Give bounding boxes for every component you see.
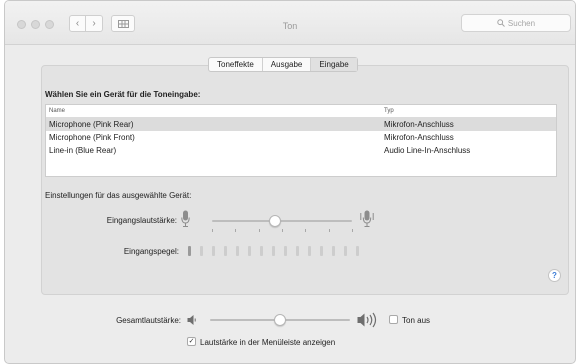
slider-tick [235, 229, 237, 232]
speaker-low-icon [187, 315, 196, 325]
input-level-segment [308, 246, 311, 256]
input-level-segment [212, 246, 215, 256]
device-name: Microphone (Pink Rear) [49, 120, 134, 129]
input-level-segment [284, 246, 287, 256]
slider-tick [328, 229, 330, 232]
device-type: Mikrofon-Anschluss [384, 133, 454, 142]
mute-label: Ton aus [402, 316, 431, 325]
input-level-segment [260, 246, 263, 256]
input-level-segment [320, 246, 323, 256]
tab-bar: Toneffekte Ausgabe Eingabe [208, 57, 358, 72]
device-type: Mikrofon-Anschluss [384, 120, 454, 129]
input-level-segment [356, 246, 359, 256]
input-level-segment [344, 246, 347, 256]
input-level-segment [248, 246, 251, 256]
table-row[interactable]: Microphone (Pink Front) Mikrofon-Anschlu… [46, 131, 556, 144]
input-level-segment [200, 246, 203, 256]
microphone-low-icon [181, 210, 190, 227]
slider-tick [282, 229, 283, 232]
table-row[interactable]: Microphone (Pink Rear) Mikrofon-Anschlus… [46, 118, 556, 131]
search-field[interactable]: Suchen [461, 14, 571, 32]
column-header-type[interactable]: Typ [381, 105, 556, 117]
slider-tick [258, 229, 260, 232]
tab-sound-effects[interactable]: Toneffekte [209, 58, 263, 71]
input-volume-label: Eingangslautstärke: [106, 216, 177, 225]
device-type: Audio Line-In-Anschluss [384, 146, 471, 155]
input-volume-thumb[interactable] [269, 215, 281, 227]
device-name: Microphone (Pink Front) [49, 133, 135, 142]
input-level-segment [296, 246, 299, 256]
output-volume-thumb[interactable] [274, 314, 286, 326]
titlebar: ‹ › Ton Suchen [5, 1, 575, 45]
input-level-segment [272, 246, 275, 256]
input-level-label: Eingangspegel: [123, 247, 179, 256]
output-volume-label: Gesamtlautstärke: [116, 316, 181, 325]
input-volume-slider[interactable] [212, 220, 352, 222]
tab-output[interactable]: Ausgabe [263, 58, 312, 71]
device-name: Line-in (Blue Rear) [49, 146, 117, 155]
column-header-name[interactable]: Name [46, 105, 381, 117]
settings-label: Einstellungen für das ausgewählte Gerät: [45, 191, 192, 200]
mute-checkbox[interactable] [389, 315, 398, 324]
search-icon [497, 19, 505, 27]
input-level-segment [236, 246, 239, 256]
microphone-high-icon [360, 210, 374, 227]
device-table[interactable]: Name Typ Microphone (Pink Rear) Mikrofon… [45, 104, 557, 177]
search-placeholder: Suchen [507, 18, 536, 28]
input-level-segment [332, 246, 335, 256]
preferences-window: ‹ › Ton Suchen Toneffekte Ausgabe Eingab… [4, 0, 576, 364]
slider-tick [352, 229, 353, 232]
speaker-high-icon [357, 312, 377, 328]
input-level-segment [188, 246, 191, 256]
slider-tick [212, 229, 213, 232]
table-row[interactable]: Line-in (Blue Rear) Audio Line-In-Anschl… [46, 144, 556, 157]
show-volume-in-menubar-label: Lautstärke in der Menüleiste anzeigen [200, 338, 336, 347]
help-button[interactable]: ? [548, 269, 561, 282]
tab-panel [41, 65, 569, 295]
help-icon: ? [552, 271, 557, 280]
slider-tick [305, 229, 307, 232]
device-heading: Wählen Sie ein Gerät für die Toneingabe: [45, 90, 201, 99]
input-level-segment [224, 246, 227, 256]
table-header: Name Typ [46, 105, 556, 118]
show-volume-in-menubar-checkbox[interactable]: ✓ [187, 337, 196, 346]
tab-input[interactable]: Eingabe [311, 58, 357, 71]
